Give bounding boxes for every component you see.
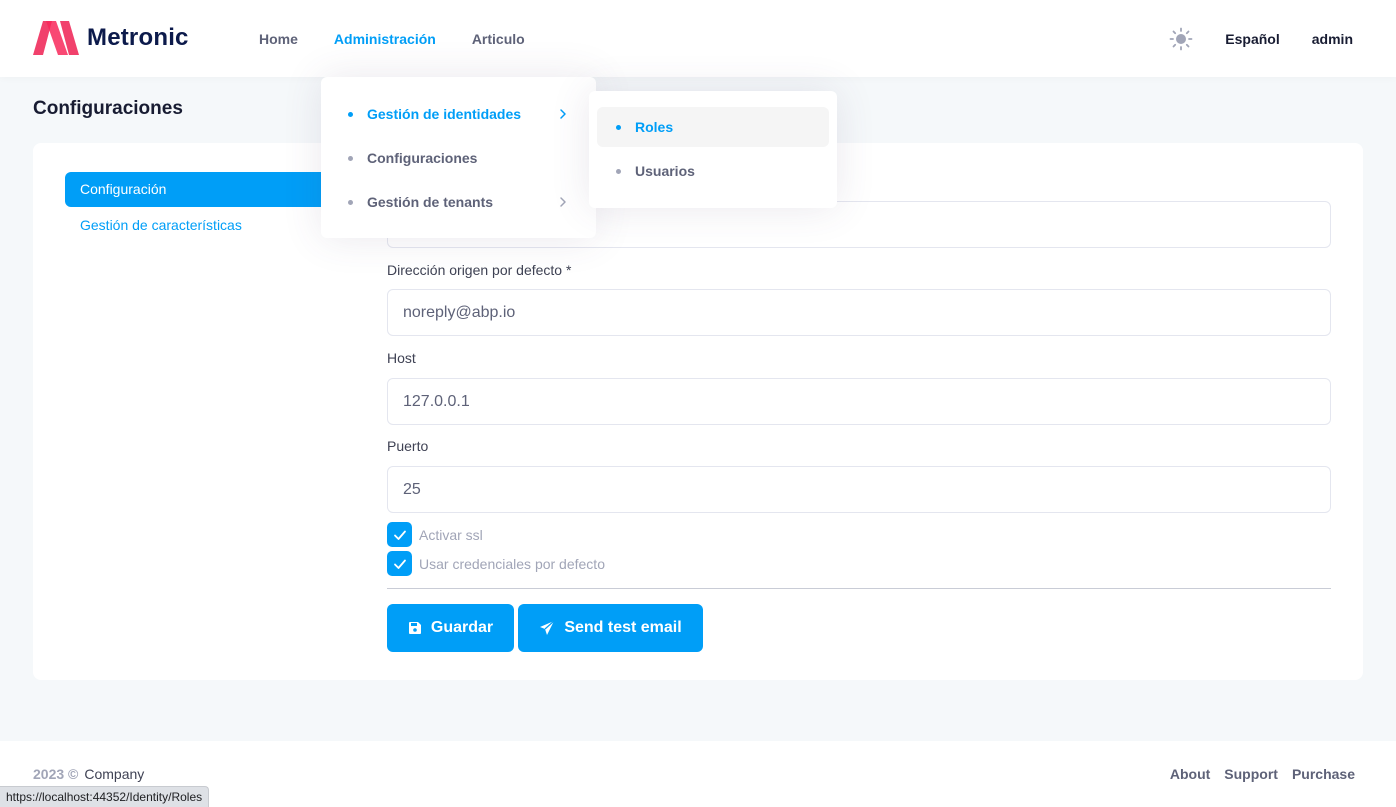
default-credentials-checkbox-label: Usar credenciales por defecto <box>419 555 605 572</box>
paper-plane-icon <box>540 620 555 635</box>
browser-status-url: https://localhost:44352/Identity/Roles <box>0 786 210 807</box>
top-header: Metronic Home Administración Articulo Es… <box>0 0 1396 77</box>
port-input[interactable]: 25 <box>387 466 1331 513</box>
host-label: Host <box>387 350 416 366</box>
footer-link-about[interactable]: About <box>1170 766 1210 782</box>
settings-card: Configuración Gestión de características… <box>33 143 1363 680</box>
send-test-email-label: Send test email <box>564 619 682 636</box>
nav-articulo[interactable]: Articulo <box>472 31 525 47</box>
language-selector[interactable]: Español <box>1225 31 1279 47</box>
administracion-dropdown: Gestión de identidades Configuraciones G… <box>321 77 596 238</box>
bullet-icon <box>348 155 353 161</box>
save-button[interactable]: Guardar <box>387 604 514 652</box>
sidebar-item-configuracion[interactable]: Configuración <box>65 172 321 207</box>
check-icon <box>393 559 406 569</box>
header-toolbar: Español admin <box>1169 0 1353 77</box>
page-title: Configuraciones <box>33 98 183 119</box>
sun-icon[interactable] <box>1169 27 1193 51</box>
menu-item-label: Usuarios <box>635 163 695 179</box>
identidades-submenu: Roles Usuarios <box>589 91 837 208</box>
default-credentials-checkbox[interactable] <box>387 551 412 576</box>
floppy-disk-icon <box>408 622 421 634</box>
chevron-right-icon <box>560 197 566 207</box>
menu-item-label: Roles <box>635 119 674 135</box>
nav-home[interactable]: Home <box>259 31 298 47</box>
footer-year: 2023 © <box>33 766 79 782</box>
menu-item-configuraciones[interactable]: Configuraciones <box>329 138 588 178</box>
main-nav: Home Administración Articulo <box>259 0 561 77</box>
footer-company-link[interactable]: Company <box>84 766 144 782</box>
save-button-label: Guardar <box>430 619 494 636</box>
menu-item-roles[interactable]: Roles <box>597 107 829 147</box>
nav-administracion[interactable]: Administración <box>334 31 436 47</box>
menu-item-usuarios[interactable]: Usuarios <box>597 151 829 191</box>
check-icon <box>393 530 406 540</box>
brand-name: Metronic <box>87 24 189 51</box>
footer-links: About Support Purchase <box>1156 766 1355 782</box>
default-credentials-checkbox-row[interactable]: Usar credenciales por defecto <box>387 551 605 576</box>
menu-item-gestion-identidades[interactable]: Gestión de identidades <box>329 94 588 134</box>
footer-link-support[interactable]: Support <box>1224 766 1278 782</box>
metronic-logo-icon <box>33 21 79 55</box>
footer-link-purchase[interactable]: Purchase <box>1292 766 1355 782</box>
menu-item-label: Gestión de tenants <box>367 194 494 210</box>
bullet-icon <box>616 168 621 174</box>
menu-item-label: Configuraciones <box>367 150 478 166</box>
form-divider <box>387 588 1331 589</box>
bullet-icon <box>616 124 621 130</box>
ssl-checkbox[interactable] <box>387 522 412 547</box>
default-from-address-input[interactable]: noreply@abp.io <box>387 289 1331 336</box>
user-menu[interactable]: admin <box>1312 31 1353 47</box>
bullet-icon <box>348 111 353 117</box>
brand-logo[interactable]: Metronic <box>33 21 189 55</box>
host-input[interactable]: 127.0.0.1 <box>387 378 1331 425</box>
footer-copyright: 2023 © Company <box>33 766 144 782</box>
ssl-checkbox-label: Activar ssl <box>419 526 483 543</box>
send-test-email-button[interactable]: Send test email <box>518 604 703 652</box>
chevron-right-icon <box>560 109 566 119</box>
ssl-checkbox-row[interactable]: Activar ssl <box>387 522 483 547</box>
bullet-icon <box>348 199 353 205</box>
port-label: Puerto <box>387 438 429 454</box>
page-footer: 2023 © Company About Support Purchase <box>0 741 1396 807</box>
menu-item-label: Gestión de identidades <box>367 106 522 122</box>
default-from-address-label: Dirección origen por defecto * <box>387 262 572 278</box>
sidebar-item-gestion-caracteristicas[interactable]: Gestión de características <box>65 208 321 243</box>
menu-item-gestion-tenants[interactable]: Gestión de tenants <box>329 182 588 222</box>
